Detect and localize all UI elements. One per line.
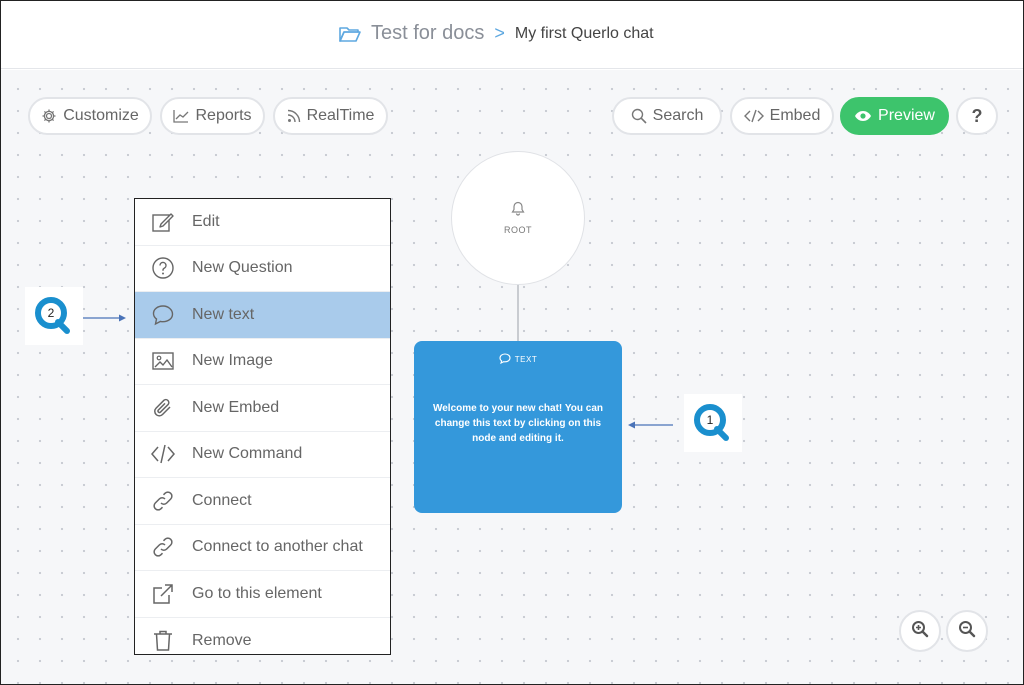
eye-icon xyxy=(854,110,872,122)
preview-label: Preview xyxy=(878,107,935,124)
paperclip-icon xyxy=(149,394,177,422)
callout-badge-1: 1 xyxy=(684,394,742,452)
menu-item-label: New Command xyxy=(192,445,303,463)
embed-button[interactable]: Embed xyxy=(730,97,834,135)
zoom-in-icon xyxy=(911,620,929,643)
menu-item-label: New Embed xyxy=(192,398,280,416)
code-icon xyxy=(743,109,764,123)
root-node[interactable]: ROOT xyxy=(451,151,585,285)
reports-button[interactable]: Reports xyxy=(160,97,265,135)
menu-item-label: Go to this element xyxy=(192,584,322,602)
search-button[interactable]: Search xyxy=(612,97,722,135)
zoom-out-icon xyxy=(958,620,976,643)
menu-item-connect[interactable]: Connect xyxy=(135,478,390,525)
callout-number: 2 xyxy=(47,306,55,320)
menu-item-label: New Image xyxy=(192,352,273,370)
menu-item-new-question[interactable]: New Question xyxy=(135,246,390,292)
root-label: ROOT xyxy=(504,225,532,235)
bell-icon xyxy=(511,201,525,221)
zoom-in-button[interactable] xyxy=(899,610,941,652)
realtime-label: RealTime xyxy=(306,107,375,124)
menu-item-label: New text xyxy=(192,305,255,323)
speech-bubble-icon xyxy=(499,353,511,366)
text-node-header: TEXT xyxy=(414,353,622,366)
menu-item-label: Edit xyxy=(192,212,220,230)
search-label: Search xyxy=(652,107,704,124)
breadcrumb-separator: > xyxy=(494,23,505,43)
breadcrumb-chat-title: My first Querlo chat xyxy=(514,24,654,42)
menu-item-new-command[interactable]: New Command xyxy=(135,432,390,478)
question-circle-icon xyxy=(149,254,177,282)
menu-item-go-to-element[interactable]: Go to this element xyxy=(135,571,390,618)
querlo-logo-icon: 1 xyxy=(693,403,733,443)
search-icon xyxy=(631,108,647,124)
callout-badge-2: 2 xyxy=(25,287,83,345)
speech-bubble-icon xyxy=(149,301,177,329)
link-icon xyxy=(149,533,177,561)
breadcrumb: Test for docs > My first Querlo chat xyxy=(339,22,654,45)
text-node-body: Welcome to your new chat! You can change… xyxy=(432,403,604,444)
help-button[interactable]: ? xyxy=(956,97,998,135)
menu-item-label: Connect to another chat xyxy=(192,538,363,556)
customize-button[interactable]: Customize xyxy=(28,97,152,135)
menu-item-connect-another-chat[interactable]: Connect to another chat xyxy=(135,525,390,571)
reports-label: Reports xyxy=(195,107,252,124)
gear-icon xyxy=(41,108,57,124)
external-link-icon xyxy=(149,580,177,608)
querlo-logo-icon: 2 xyxy=(34,296,74,336)
rss-icon xyxy=(287,109,301,123)
callout-arrow-2 xyxy=(83,314,126,322)
help-label: ? xyxy=(971,105,983,126)
chart-line-icon xyxy=(173,109,189,123)
menu-item-label: Remove xyxy=(192,631,252,649)
menu-item-label: New Question xyxy=(192,259,293,277)
customize-label: Customize xyxy=(63,107,139,124)
header-bar: Test for docs > My first Querlo chat xyxy=(1,1,1023,69)
trash-icon xyxy=(149,627,177,655)
menu-item-new-image[interactable]: New Image xyxy=(135,339,390,385)
zoom-out-button[interactable] xyxy=(946,610,988,652)
text-node-type: TEXT xyxy=(514,355,538,364)
menu-item-remove[interactable]: Remove xyxy=(135,618,390,665)
menu-item-edit[interactable]: Edit xyxy=(135,199,390,246)
context-menu: Edit New Question New text New Image New… xyxy=(134,198,391,655)
callout-number: 1 xyxy=(706,413,714,427)
text-node[interactable]: TEXT Welcome to your new chat! You can c… xyxy=(414,341,622,513)
image-icon xyxy=(149,347,177,375)
preview-button[interactable]: Preview xyxy=(840,97,949,135)
embed-label: Embed xyxy=(769,107,821,124)
node-connector xyxy=(517,285,519,343)
menu-item-label: Connect xyxy=(192,491,252,509)
link-icon xyxy=(149,487,177,515)
edit-icon xyxy=(149,208,177,236)
menu-item-new-text[interactable]: New text xyxy=(135,292,390,339)
code-icon xyxy=(149,440,177,468)
breadcrumb-project[interactable]: Test for docs xyxy=(371,22,484,45)
app-window: Test for docs > My first Querlo chat Cus… xyxy=(0,0,1024,685)
menu-item-new-embed[interactable]: New Embed xyxy=(135,385,390,432)
callout-arrow-1 xyxy=(628,421,673,429)
folder-open-icon[interactable] xyxy=(339,23,363,45)
realtime-button[interactable]: RealTime xyxy=(273,97,388,135)
